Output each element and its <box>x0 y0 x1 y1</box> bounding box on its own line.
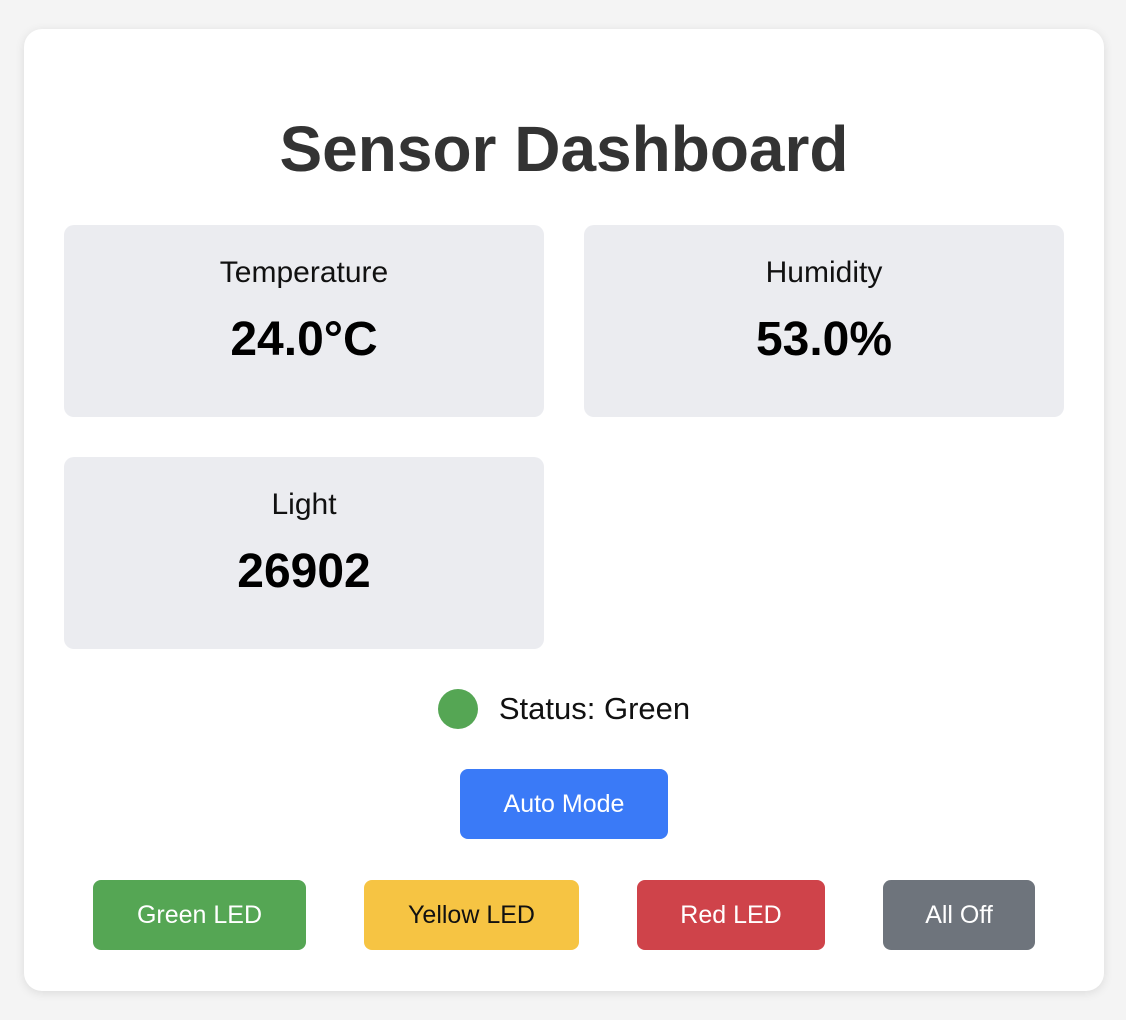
humidity-value: 53.0% <box>755 313 893 366</box>
status-dot-icon <box>437 689 478 729</box>
humidity-card: Humidity 53.0% <box>584 225 1064 417</box>
temperature-card: Temperature 24.0°C <box>64 225 544 417</box>
status-text: Status: Green <box>498 691 691 726</box>
red-led-button[interactable]: Red LED <box>637 880 825 950</box>
temperature-label: Temperature <box>219 256 389 289</box>
all-off-button[interactable]: All Off <box>883 880 1035 950</box>
page-title: Sensor Dashboard <box>279 113 849 185</box>
auto-mode-button[interactable]: Auto Mode <box>460 769 668 839</box>
dashboard-card: Sensor Dashboard Temperature 24.0°C Humi… <box>24 29 1104 991</box>
light-card: Light 26902 <box>64 457 544 649</box>
green-led-button[interactable]: Green LED <box>93 880 306 950</box>
light-value: 26902 <box>237 545 371 598</box>
status-indicator: Status: Green <box>24 687 1104 731</box>
humidity-label: Humidity <box>765 256 883 289</box>
yellow-led-button[interactable]: Yellow LED <box>364 880 579 950</box>
light-label: Light <box>271 488 337 521</box>
temperature-value: 24.0°C <box>230 313 378 366</box>
